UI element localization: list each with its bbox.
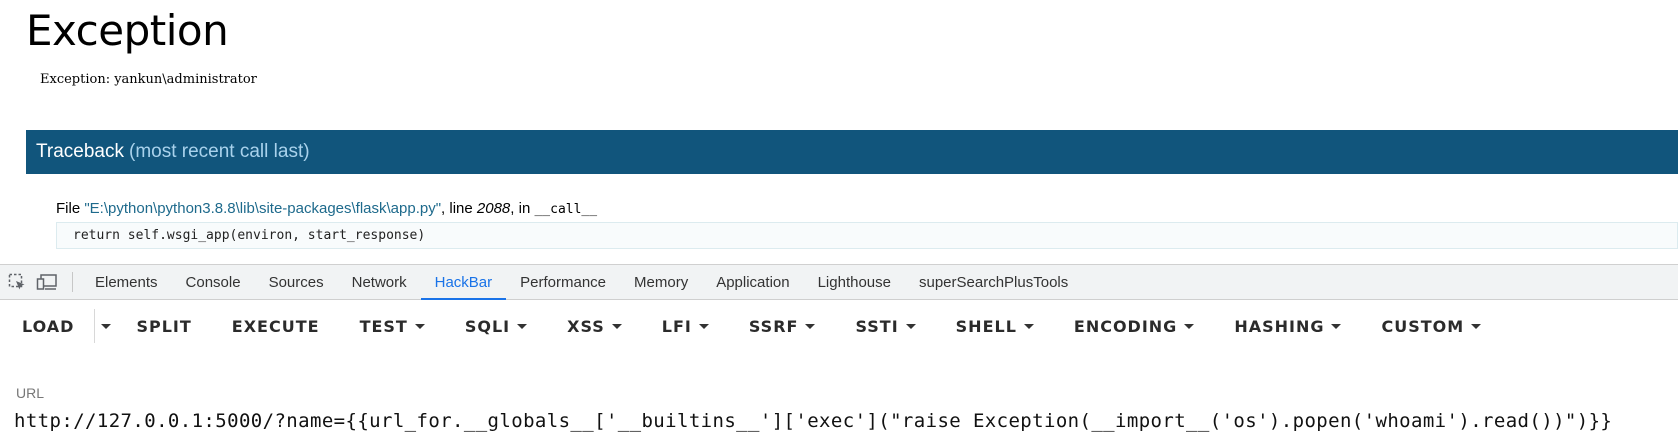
chevron-down-icon [1331,323,1342,329]
tab-memory[interactable]: Memory [620,265,702,300]
tab-console[interactable]: Console [172,265,255,300]
lfi-button-label: LFI [661,316,692,336]
ssti-dropdown-button[interactable]: SSTI [855,301,916,351]
ssrf-button-label: SSRF [748,316,799,336]
chevron-down-icon [414,323,425,329]
tab-sources[interactable]: Sources [255,265,338,300]
tab-performance[interactable]: Performance [506,265,620,300]
chevron-down-icon [100,323,111,329]
error-page: Exception Exception: yankun\administrato… [0,0,1678,264]
chevron-down-icon [1184,323,1195,329]
shell-dropdown-button[interactable]: SHELL [956,301,1034,351]
test-dropdown-button[interactable]: TEST [360,301,425,351]
frame-in-prefix: , in [510,200,535,217]
devtools-panel: Elements Console Sources Network HackBar… [0,264,1678,438]
custom-button-label: CUSTOM [1381,316,1465,336]
xss-button-label: XSS [567,316,605,336]
chevron-down-icon [517,323,528,329]
frame-function: __call__ [534,202,598,217]
traceback-title: Traceback [36,141,124,162]
encoding-button-label: ENCODING [1073,316,1178,336]
chevron-down-icon [1471,323,1482,329]
hashing-dropdown-button[interactable]: HASHING [1234,301,1342,351]
tab-strip-divider [72,272,73,292]
frame-line-prefix: , line [441,200,477,217]
hackbar-toolbar: LOAD SPLIT EXECUTE TEST SQLI XSS LFI SSR… [0,301,1678,351]
frame-code-line[interactable]: return self.wsgi_app(environ, start_resp… [56,222,1678,249]
device-toolbar-icon[interactable] [34,269,60,295]
traceback-frame-line: File "E:\python\python3.8.8\lib\site-pac… [56,200,597,217]
tab-lighthouse[interactable]: Lighthouse [804,265,905,300]
sqli-button-label: SQLI [464,316,511,336]
tab-hackbar[interactable]: HackBar [420,265,507,300]
ssti-button-label: SSTI [855,316,899,336]
url-label: URL [16,385,45,401]
tab-application[interactable]: Application [702,265,803,300]
url-input[interactable] [14,407,1674,435]
test-button-label: TEST [359,316,408,336]
sqli-dropdown-button[interactable]: SQLI [464,301,528,351]
tab-supersearchplustools[interactable]: superSearchPlusTools [905,265,1082,300]
ssrf-dropdown-button[interactable]: SSRF [749,301,816,351]
load-button[interactable]: LOAD [22,301,74,351]
encoding-dropdown-button[interactable]: ENCODING [1073,301,1195,351]
load-dropdown-toggle[interactable] [94,309,116,343]
chevron-down-icon [805,323,816,329]
execute-button-label: EXECUTE [231,316,320,336]
chevron-down-icon [1023,323,1034,329]
chevron-down-icon [611,323,622,329]
hashing-button-label: HASHING [1234,316,1325,336]
execute-button[interactable]: EXECUTE [232,301,320,351]
exception-title: Exception [26,6,229,55]
traceback-header[interactable]: Traceback (most recent call last) [26,130,1678,174]
custom-dropdown-button[interactable]: CUSTOM [1381,301,1482,351]
frame-line-number: 2088 [476,200,511,217]
split-button[interactable]: SPLIT [136,301,191,351]
exception-message: Exception: yankun\administrator [40,72,257,87]
tab-elements[interactable]: Elements [81,265,172,300]
frame-file-prefix: File [56,200,85,217]
tab-network[interactable]: Network [338,265,421,300]
chevron-down-icon [905,323,916,329]
lfi-dropdown-button[interactable]: LFI [662,301,709,351]
devtools-tab-strip: Elements Console Sources Network HackBar… [0,265,1678,300]
frame-file-path[interactable]: "E:\python\python3.8.8\lib\site-packages… [84,200,441,217]
load-button-label: LOAD [22,316,75,336]
traceback-subtitle: (most recent call last) [129,141,310,162]
inspect-element-icon[interactable] [4,269,30,295]
split-button-label: SPLIT [136,316,192,336]
chevron-down-icon [698,323,709,329]
xss-dropdown-button[interactable]: XSS [567,301,622,351]
shell-button-label: SHELL [955,316,1017,336]
